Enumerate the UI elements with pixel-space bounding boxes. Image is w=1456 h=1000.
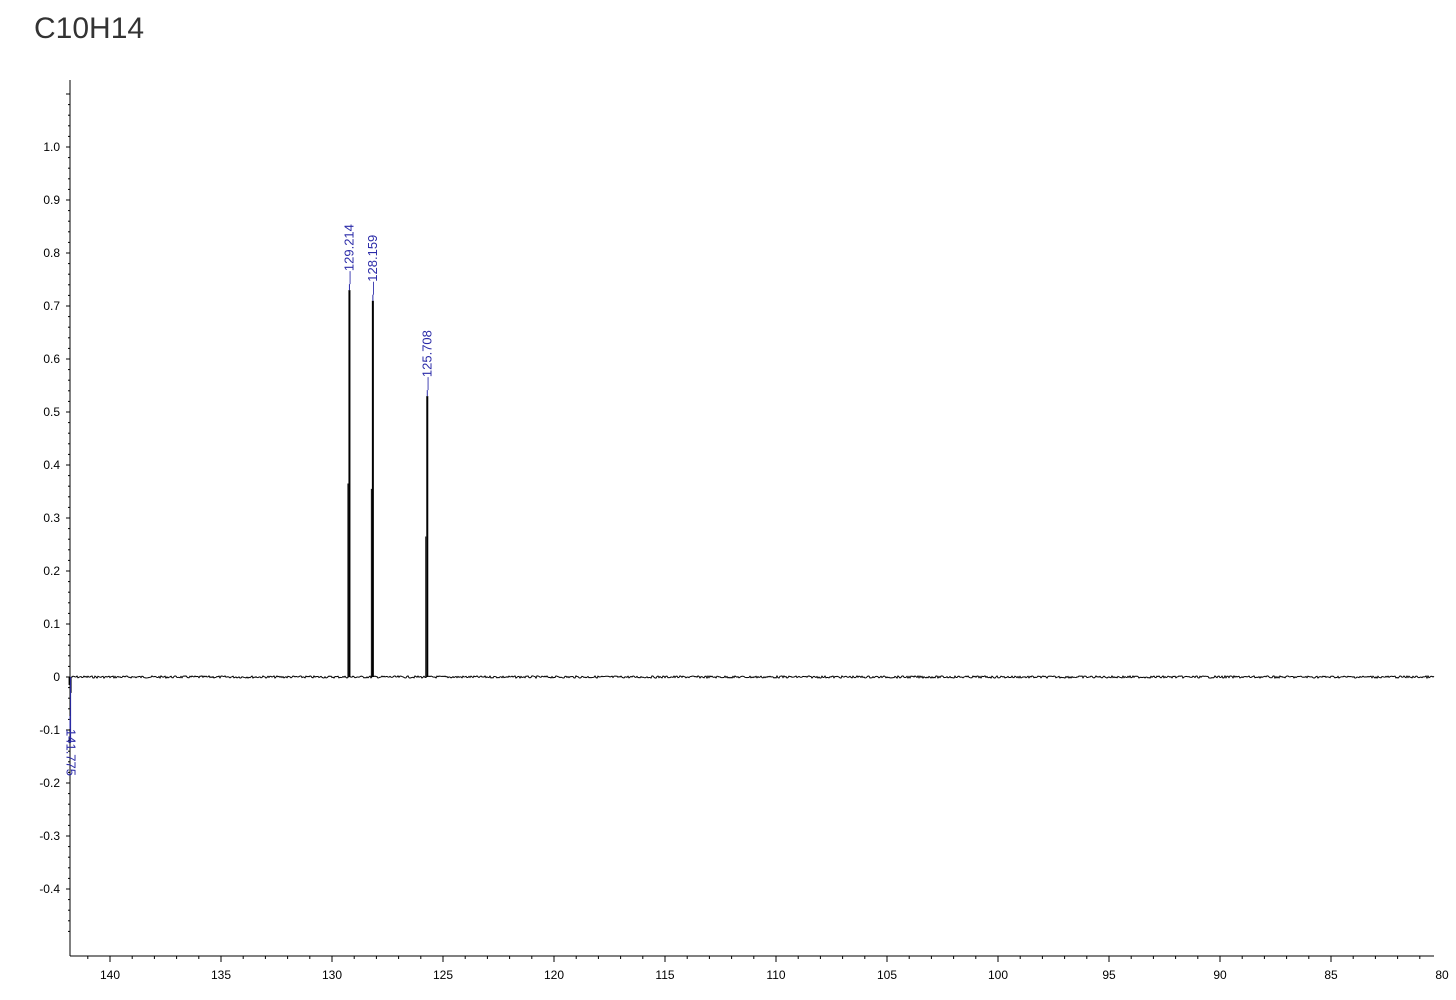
peak-label: —141.775 — [64, 716, 79, 776]
x-tick-label: 115 — [655, 968, 674, 982]
y-tick-label: -0.4 — [39, 882, 60, 896]
baseline-trace — [70, 674, 1435, 680]
x-tick-label: 125 — [433, 968, 453, 982]
y-tick-label: -0.1 — [39, 723, 60, 737]
x-tick-label: 105 — [877, 968, 897, 982]
peak-label: —125.708 — [419, 330, 434, 390]
y-tick-label: 0.6 — [43, 352, 60, 366]
y-tick-label: 0.2 — [43, 564, 60, 578]
y-tick-label: 0.1 — [43, 617, 60, 631]
y-tick-label: 1.0 — [43, 140, 60, 154]
x-tick-label: 110 — [766, 968, 785, 982]
peaks — [68, 290, 429, 693]
y-tick-label: 0.4 — [43, 458, 60, 472]
y-tick-label: 0.5 — [43, 405, 60, 419]
x-tick-label: 95 — [1102, 968, 1116, 982]
axes: 1.0 0.9 0.8 0.7 0.6 0.5 0.4 0.3 0.2 0.1 0 -0.1 -0.2 -… — [39, 80, 1449, 982]
y-tick-label: -0.2 — [39, 776, 60, 790]
x-tick-label: 80 — [1435, 968, 1449, 982]
peak-label: —129.214 — [341, 224, 356, 284]
x-tick-label: 85 — [1324, 968, 1338, 982]
y-tick-label: 0.9 — [43, 193, 60, 207]
y-tick-label: 0 — [53, 670, 60, 684]
nmr-spectrum-chart: 1.0 0.9 0.8 0.7 0.6 0.5 0.4 0.3 0.2 0.1 0 -0.1 -0.2 -… — [39, 80, 1449, 982]
y-tick-label: 0.3 — [43, 511, 60, 525]
x-tick-label: 130 — [322, 968, 342, 982]
y-tick-label: 0.7 — [43, 299, 60, 313]
x-tick-label: 90 — [1213, 968, 1227, 982]
x-tick-label: 100 — [988, 968, 1008, 982]
peak-labels: —141.775—129.214—128.159—125.708—77.435—… — [64, 224, 435, 776]
y-tick-label: -0.3 — [39, 829, 60, 843]
x-tick-label: 120 — [544, 968, 564, 982]
y-tick-label: 0.8 — [43, 246, 60, 260]
peak-label: —128.159 — [365, 235, 380, 295]
baseline — [70, 674, 1435, 680]
x-tick-label: 135 — [211, 968, 231, 982]
x-tick-label: 140 — [100, 968, 120, 982]
